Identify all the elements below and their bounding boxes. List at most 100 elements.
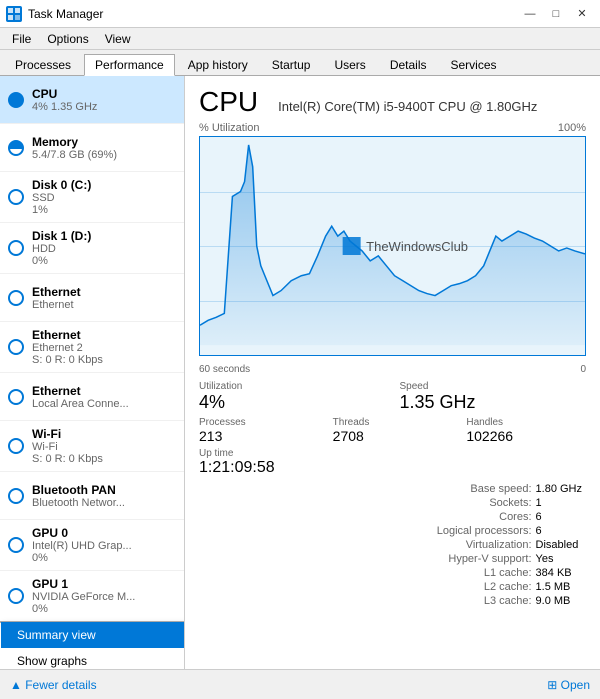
tab-services[interactable]: Services (440, 54, 508, 75)
tab-processes[interactable]: Processes (4, 54, 82, 75)
tab-app-history[interactable]: App history (177, 54, 259, 75)
l3cache-label: L3 cache: (437, 595, 532, 607)
hyperv-row: Hyper-V support: Yes (437, 553, 582, 565)
tab-performance[interactable]: Performance (84, 54, 175, 76)
ethernet1-detail: Ethernet (32, 299, 176, 311)
hyperv-label: Hyper-V support: (437, 553, 532, 565)
speed-stat: Speed 1.35 GHz (400, 381, 587, 413)
uptime-label: Up time (199, 448, 586, 459)
disk1-percent: 0% (32, 255, 176, 267)
time-label: 60 seconds (199, 364, 250, 375)
graph-time-label: 60 seconds 0 (199, 364, 586, 375)
app-icon (6, 6, 22, 22)
watermark-text: TheWindowsClub (366, 239, 468, 254)
cpu-title: CPU (199, 86, 258, 118)
disk1-name: Disk 1 (D:) (32, 229, 176, 243)
logical-proc-row: Logical processors: 6 (437, 525, 582, 537)
disk1-detail: HDD (32, 243, 176, 255)
base-speed-value: 1.80 GHz (536, 483, 582, 495)
gpu0-name: GPU 0 (32, 526, 176, 540)
memory-info: Memory 5.4/7.8 GB (69%) (32, 135, 176, 161)
menu-options[interactable]: Options (39, 30, 96, 48)
sidebar-item-ethernet2[interactable]: Ethernet Ethernet 2 S: 0 R: 0 Kbps (0, 322, 184, 373)
virtualization-label: Virtualization: (437, 539, 532, 551)
maximize-button[interactable]: □ (544, 4, 568, 24)
tab-startup[interactable]: Startup (261, 54, 322, 75)
ethernet2-detail: Ethernet 2 (32, 342, 176, 354)
uptime-value: 1:21:09:58 (199, 459, 586, 477)
cpu-graph: TheWindowsClub (199, 136, 586, 356)
gpu0-status-icon (8, 537, 24, 553)
cpu-status-icon (8, 92, 24, 108)
context-menu-summary-view[interactable]: Summary view (1, 622, 185, 648)
title-bar: Task Manager — □ ✕ (0, 0, 600, 28)
context-menu-show-graphs[interactable]: Show graphs (1, 648, 185, 669)
processes-stat-value: 213 (199, 428, 319, 444)
sidebar-item-ethernet3[interactable]: Ethernet Local Area Conne... (0, 373, 184, 421)
gpu0-detail: Intel(R) UHD Grap... (32, 540, 176, 552)
show-graphs-label: Show graphs (17, 654, 87, 668)
l3cache-value: 9.0 MB (536, 595, 582, 607)
fewer-details-button[interactable]: ▲ Fewer details (10, 678, 97, 692)
main-content: CPU 4% 1.35 GHz Memory 5.4/7.8 GB (69%) … (0, 76, 600, 669)
disk1-status-icon (8, 240, 24, 256)
title-bar-left: Task Manager (6, 6, 103, 22)
l1cache-row: L1 cache: 384 KB (437, 567, 582, 579)
disk0-status-icon (8, 189, 24, 205)
wifi-info: Wi-Fi Wi-Fi S: 0 R: 0 Kbps (32, 427, 176, 465)
sidebar-item-disk1[interactable]: Disk 1 (D:) HDD 0% (0, 223, 184, 274)
processes-stat: Processes 213 (199, 417, 319, 444)
menu-view[interactable]: View (97, 30, 139, 48)
disk1-info: Disk 1 (D:) HDD 0% (32, 229, 176, 267)
wifi-speed: S: 0 R: 0 Kbps (32, 453, 176, 465)
tab-users[interactable]: Users (323, 54, 376, 75)
ethernet2-name: Ethernet (32, 328, 176, 342)
sidebar-item-bluetooth[interactable]: Bluetooth PAN Bluetooth Networ... (0, 472, 184, 520)
logical-proc-value: 6 (536, 525, 582, 537)
sidebar-item-memory[interactable]: Memory 5.4/7.8 GB (69%) (0, 124, 184, 172)
ethernet3-detail: Local Area Conne... (32, 398, 176, 410)
sidebar-item-ethernet1[interactable]: Ethernet Ethernet (0, 274, 184, 322)
sidebar-item-disk0[interactable]: Disk 0 (C:) SSD 1% (0, 172, 184, 223)
ethernet3-status-icon (8, 389, 24, 405)
ethernet2-info: Ethernet Ethernet 2 S: 0 R: 0 Kbps (32, 328, 176, 366)
sockets-value: 1 (536, 497, 582, 509)
cores-value: 6 (536, 511, 582, 523)
utilization-label: % Utilization (199, 122, 260, 134)
bluetooth-status-icon (8, 488, 24, 504)
gpu0-percent: 0% (32, 552, 176, 564)
hyperv-value: Yes (536, 553, 582, 565)
ethernet2-speed: S: 0 R: 0 Kbps (32, 354, 176, 366)
gpu1-info: GPU 1 NVIDIA GeForce M... 0% (32, 577, 176, 615)
memory-name: Memory (32, 135, 176, 149)
context-menu: Summary view Show graphs Copy Ctrl+C (0, 621, 185, 623)
sidebar-item-gpu1[interactable]: GPU 1 NVIDIA GeForce M... 0% Summary vie… (0, 571, 184, 622)
sidebar-wrapper: CPU 4% 1.35 GHz Memory 5.4/7.8 GB (69%) … (0, 76, 185, 669)
open-button[interactable]: ⊞ Open (547, 678, 590, 692)
threads-stat-value: 2708 (333, 428, 453, 444)
tab-details[interactable]: Details (379, 54, 438, 75)
uptime-group: Up time 1:21:09:58 (199, 448, 586, 477)
disk0-percent: 1% (32, 204, 176, 216)
sidebar-item-cpu[interactable]: CPU 4% 1.35 GHz (0, 76, 184, 124)
ethernet3-name: Ethernet (32, 384, 176, 398)
sidebar-item-wifi[interactable]: Wi-Fi Wi-Fi S: 0 R: 0 Kbps (0, 421, 184, 472)
speed-stat-label: Speed (400, 381, 587, 392)
sidebar: CPU 4% 1.35 GHz Memory 5.4/7.8 GB (69%) … (0, 76, 185, 669)
right-stats-table: Base speed: 1.80 GHz Sockets: 1 Cores: 6… (433, 481, 586, 609)
minimize-button[interactable]: — (518, 4, 542, 24)
watermark-icon (342, 237, 360, 255)
ethernet1-name: Ethernet (32, 285, 176, 299)
threads-stat: Threads 2708 (333, 417, 453, 444)
utilization-stat: Utilization 4% (199, 381, 386, 413)
utilization-stat-label: Utilization (199, 381, 386, 392)
utilization-max: 100% (558, 122, 586, 134)
cores-row: Cores: 6 (437, 511, 582, 523)
speed-stat-value: 1.35 GHz (400, 392, 587, 413)
processes-stat-label: Processes (199, 417, 319, 428)
tabs-bar: Processes Performance App history Startu… (0, 50, 600, 76)
sidebar-item-gpu0[interactable]: GPU 0 Intel(R) UHD Grap... 0% (0, 520, 184, 571)
close-button[interactable]: ✕ (570, 4, 594, 24)
stats-row-1: Utilization 4% Speed 1.35 GHz (199, 381, 586, 413)
menu-file[interactable]: File (4, 30, 39, 48)
